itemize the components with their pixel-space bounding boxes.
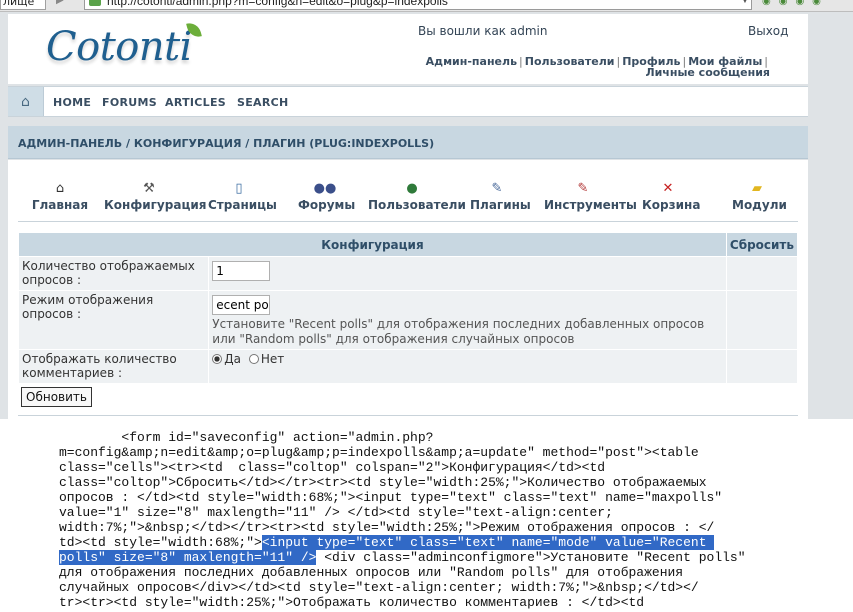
reset-cell: [725, 256, 799, 291]
nav-home[interactable]: HOME: [53, 96, 91, 109]
radio-yes[interactable]: [212, 354, 223, 364]
code-selection[interactable]: polls" size="8" maxlength="11" />: [59, 550, 317, 565]
admin-panel-link[interactable]: Админ-панель: [426, 55, 517, 68]
tool-home[interactable]: ⌂ Главная: [26, 180, 94, 212]
code-line: td><td style="width:68%;">: [59, 535, 262, 550]
browser-toolbar: лище ▶ http://cotonti/admin.php?m=config…: [0, 0, 853, 12]
mode-description: Установите "Recent polls" для отображени…: [212, 317, 705, 346]
code-selection[interactable]: <input type="text" class="text" name="mo…: [261, 535, 715, 550]
page-icon: ▯: [235, 181, 243, 196]
radio-no[interactable]: [248, 354, 259, 364]
forums-icon: ●●: [313, 181, 337, 196]
tools-icon: ✎: [577, 181, 589, 196]
update-button[interactable]: Обновить: [21, 387, 92, 407]
source-code: <form id="saveconfig" action="admin.php?…: [59, 430, 779, 610]
code-line: опросов : </td><td style="width:68%;"><i…: [59, 490, 723, 505]
reset-header: Сбросить: [725, 232, 799, 257]
admin-toolbar: ⌂ Главная ⚒ Конфигурация ▯ Страницы ●● Ф…: [18, 180, 798, 222]
code-line: <div class="adminconfigmore">Установите …: [316, 550, 746, 565]
nav-articles[interactable]: ARTICLES: [165, 96, 226, 109]
table-row: Отображать количество комментариев : Да …: [17, 349, 799, 384]
dropdown-arrow-icon[interactable]: ▼: [738, 0, 752, 9]
home-icon: ⌂: [55, 181, 65, 196]
code-line: для отображения последних добавленных оп…: [59, 565, 684, 580]
site-logo[interactable]: Cotonti: [46, 20, 202, 70]
search-box[interactable]: лище: [0, 0, 46, 10]
maxpolls-label: Количество отображаемых опросов :: [17, 256, 210, 291]
code-line: tr><tr><td style="width:25%;">Отображать…: [59, 595, 645, 610]
code-line: <form id="saveconfig" action="admin.php?: [59, 430, 434, 445]
user-links: Админ-панель | Пользователи | Профиль | Мои фа…: [425, 55, 770, 79]
tool-config[interactable]: ⚒ Конфигурация: [104, 180, 206, 212]
tool-forums[interactable]: ●● Форумы: [298, 180, 355, 212]
reset-cell: [725, 290, 799, 350]
folder-icon: ▰: [752, 181, 762, 196]
site-header: Cotonti Вы вошли как admin Выход Админ-п…: [8, 14, 808, 84]
main-nav: ⌂ HOME FORUMS ARTICLES SEARCH: [8, 86, 808, 117]
favicon-icon: [89, 0, 101, 6]
mode-label: Режим отображения опросов :: [17, 290, 210, 350]
code-line: class="cells"><tr><td class="coltop" col…: [59, 460, 606, 475]
logout-link[interactable]: Выход: [748, 24, 788, 38]
page-menu-icon[interactable]: ▶: [56, 0, 72, 9]
hammer-icon: ⚒: [143, 181, 155, 196]
nav-search[interactable]: SEARCH: [237, 96, 289, 109]
code-line: m=config&amp;n=edit&amp;o=plug&amp;p=ind…: [59, 445, 699, 460]
tool-users[interactable]: ● Пользователи: [368, 180, 466, 212]
comments-label: Отображать количество комментариев :: [17, 349, 210, 384]
breadcrumb-bar: АДМИН-ПАНЕЛЬ / КОНФИГУРАЦИЯ / ПЛАГИН (PL…: [8, 126, 808, 159]
trash-icon: ✕: [662, 181, 674, 196]
mode-input[interactable]: [212, 295, 271, 315]
maxpolls-input[interactable]: [212, 261, 271, 281]
tool-tools[interactable]: ✎ Инструменты: [544, 180, 637, 212]
breadcrumb[interactable]: АДМИН-ПАНЕЛЬ / КОНФИГУРАЦИЯ / ПЛАГИН (PL…: [18, 137, 434, 150]
admin-content: ⌂ Главная ⚒ Конфигурация ▯ Страницы ●● Ф…: [8, 160, 808, 419]
plugins-icon: ✎: [491, 181, 503, 196]
toolbar-icons[interactable]: ◉◉◉◉: [762, 0, 829, 7]
private-messages-link[interactable]: Личные сообщения: [645, 66, 770, 79]
radio-yes-label[interactable]: Да: [224, 352, 241, 366]
code-line: value="1" size="8" maxlength="11" /> </t…: [59, 505, 613, 520]
tool-plugins[interactable]: ✎ Плагины: [470, 180, 531, 212]
tool-trash[interactable]: ✕ Корзина: [642, 180, 700, 212]
code-line: width:7%;">&nbsp;</td></tr><tr><td style…: [59, 520, 715, 535]
divider: [18, 415, 798, 416]
nav-forums[interactable]: FORUMS: [102, 96, 157, 109]
code-line: случайных опросов</div></td><td style="t…: [59, 580, 699, 595]
welcome-text: Вы вошли как admin: [418, 24, 548, 38]
tool-modules[interactable]: ▰ Модули: [732, 180, 787, 212]
home-icon[interactable]: ⌂: [8, 87, 44, 116]
table-row: Количество отображаемых опросов :: [17, 256, 799, 291]
tool-pages[interactable]: ▯ Страницы: [208, 180, 277, 212]
radio-no-label[interactable]: Нет: [261, 352, 284, 366]
config-table: Конфигурация Сбросить Количество отображ…: [17, 232, 799, 384]
users-icon: ●: [406, 181, 418, 196]
address-url: http://cotonti/admin.php?m=config&n=edit…: [107, 0, 448, 8]
reset-cell: [725, 349, 799, 384]
users-link[interactable]: Пользователи: [525, 55, 615, 68]
address-bar[interactable]: http://cotonti/admin.php?m=config&n=edit…: [84, 0, 752, 10]
config-header: Конфигурация: [18, 232, 727, 257]
code-line: class="coltop">Сбросить</td></tr><tr><td…: [59, 475, 707, 490]
table-row: Режим отображения опросов : Установите "…: [17, 290, 799, 350]
